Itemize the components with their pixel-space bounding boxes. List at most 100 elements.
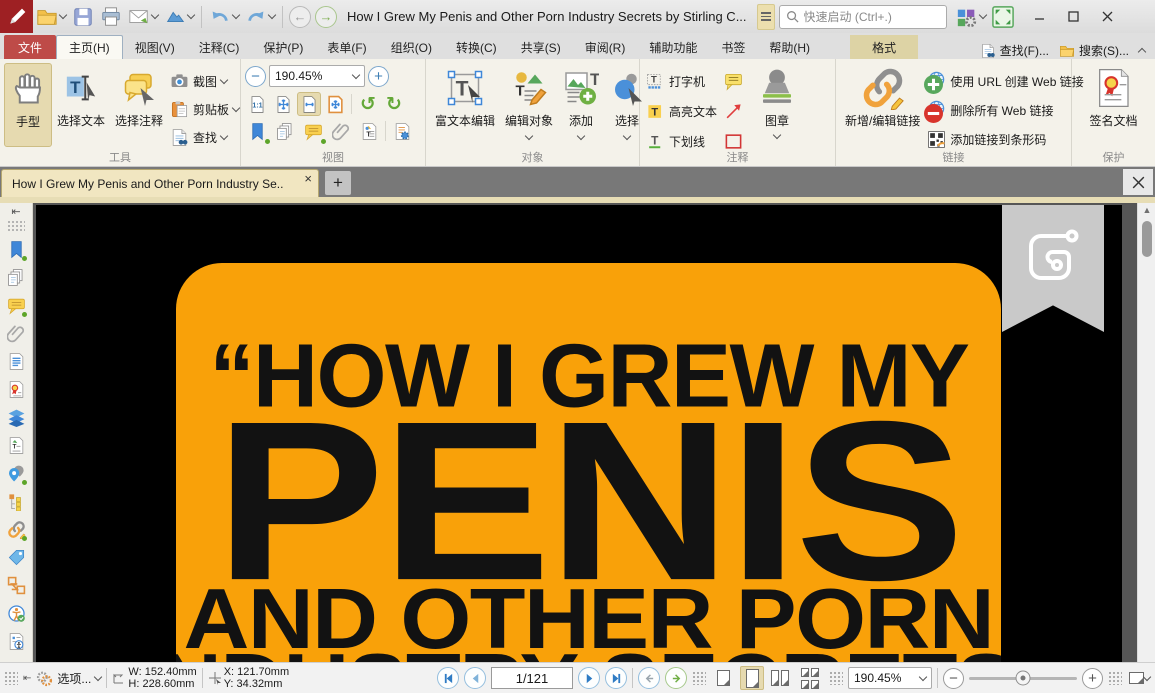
view-forward-button[interactable] — [665, 667, 687, 689]
create-web-links-button[interactable]: 使用 URL 创建 Web 链接 — [925, 69, 1085, 93]
sidebar-links-button[interactable] — [3, 515, 29, 543]
sidebar-layers-button[interactable] — [3, 403, 29, 431]
sidebar-order-button[interactable] — [3, 571, 29, 599]
scan-button[interactable] — [161, 3, 197, 31]
sidebar-content-button[interactable] — [3, 431, 29, 459]
tab-file[interactable]: 文件 — [4, 35, 56, 59]
app-icon[interactable] — [0, 0, 33, 33]
tab-protect[interactable]: 保护(P) — [251, 35, 315, 59]
statusbar-zoom-combobox[interactable]: 190.45% — [848, 667, 932, 689]
options-button[interactable]: 选项... — [36, 670, 101, 687]
page-fit-mode-button[interactable] — [1127, 666, 1151, 690]
select-comments-button[interactable]: 选择注释 — [110, 63, 168, 147]
document-tab[interactable]: How I Grew My Penis and Other Porn Indus… — [1, 169, 319, 197]
single-page-layout-button[interactable] — [711, 666, 735, 690]
attachments-pane-button[interactable] — [329, 119, 353, 143]
typewriter-button[interactable]: 打字机 — [644, 69, 719, 93]
tab-form[interactable]: 表单(F) — [315, 35, 378, 59]
first-page-button[interactable] — [437, 667, 459, 689]
open-button[interactable] — [33, 3, 69, 31]
pane-settings-button[interactable] — [390, 119, 414, 143]
tab-bookmarks[interactable]: 书签 — [709, 35, 757, 59]
history-back-button[interactable]: ← — [289, 6, 311, 28]
print-button[interactable] — [97, 3, 125, 31]
undo-button[interactable] — [206, 3, 242, 31]
rotate-right-button[interactable]: ↻ — [382, 93, 406, 115]
fullscreen-button[interactable] — [989, 3, 1017, 31]
sidebar-destinations-button[interactable] — [3, 459, 29, 487]
scrollbar-thumb[interactable] — [1142, 221, 1152, 257]
find-button[interactable]: 查找(F)... — [980, 42, 1049, 59]
close-document-button[interactable] — [1123, 169, 1153, 195]
sidebar-accessibility-check-button[interactable] — [3, 599, 29, 627]
sidebar-fields-button[interactable] — [3, 347, 29, 375]
scroll-up-arrow[interactable]: ▲ — [1141, 205, 1153, 215]
properties-pane-button[interactable] — [357, 119, 381, 143]
add-edit-link-button[interactable]: 新增/编辑链接 — [840, 63, 925, 147]
statusbar-collapse-icon[interactable]: ⇤ — [23, 673, 31, 684]
zoom-slider[interactable] — [969, 677, 1077, 680]
save-button[interactable] — [69, 3, 97, 31]
clipboard-button[interactable]: 剪贴板 — [168, 97, 241, 121]
ui-options-button[interactable] — [953, 3, 989, 31]
fit-page-button[interactable] — [271, 92, 295, 116]
rich-text-edit-button[interactable]: 富文本编辑 — [430, 63, 500, 147]
sidebar-comments-button[interactable] — [3, 291, 29, 319]
two-page-layout-button[interactable] — [769, 666, 793, 690]
sidebar-thumbnails-button[interactable] — [3, 263, 29, 291]
toolbar-overflow-button[interactable] — [757, 4, 775, 30]
thumbnails-pane-button[interactable] — [273, 119, 297, 143]
sticky-note-button[interactable] — [721, 69, 745, 93]
statusbar-drag-handle[interactable] — [692, 671, 706, 685]
tab-close-icon[interactable]: × — [304, 171, 312, 186]
tab-home[interactable]: 主页(H) — [56, 35, 123, 59]
statusbar-drag-handle[interactable] — [4, 671, 18, 685]
select-text-button[interactable]: 选择文本 — [52, 63, 110, 147]
fit-width-button[interactable] — [297, 92, 321, 116]
maximize-button[interactable] — [1057, 3, 1091, 31]
tab-organize[interactable]: 组织(O) — [379, 35, 444, 59]
quick-launch-input[interactable] — [804, 10, 924, 24]
sidebar-collapse-button[interactable]: ⇤ — [11, 205, 20, 220]
statusbar-zoom-in-button[interactable]: + — [1082, 668, 1103, 689]
actual-size-button[interactable]: 1:1 — [245, 92, 269, 116]
rotate-left-button[interactable]: ↺ — [356, 93, 380, 115]
tab-convert[interactable]: 转换(C) — [444, 35, 509, 59]
find-tool-button[interactable]: 查找 — [168, 125, 241, 149]
tab-review[interactable]: 审阅(R) — [573, 35, 638, 59]
last-page-button[interactable] — [605, 667, 627, 689]
continuous-layout-button[interactable] — [740, 666, 764, 690]
snapshot-button[interactable]: 截图 — [168, 69, 241, 93]
sidebar-tags-button[interactable] — [3, 543, 29, 571]
stamp-button[interactable]: 图章 — [751, 63, 803, 147]
next-page-button[interactable] — [578, 667, 600, 689]
tab-comment[interactable]: 注释(C) — [187, 35, 252, 59]
page-number-input[interactable]: 1/121 — [491, 667, 573, 689]
vertical-scrollbar[interactable]: ▲ — [1137, 203, 1155, 662]
edit-objects-button[interactable]: 编辑对象 — [500, 63, 558, 147]
tab-share[interactable]: 共享(S) — [509, 35, 573, 59]
close-button[interactable] — [1091, 3, 1125, 31]
previous-page-button[interactable] — [464, 667, 486, 689]
sidebar-bookmarks-button[interactable] — [3, 235, 29, 263]
fit-visible-button[interactable] — [323, 92, 347, 116]
zoom-level-combobox[interactable]: 190.45% — [269, 65, 365, 87]
add-links-barcode-button[interactable]: 添加链接到条形码 — [925, 127, 1085, 151]
search-button[interactable]: 搜索(S)... — [1059, 42, 1129, 59]
sidebar-signatures-button[interactable] — [3, 375, 29, 403]
statusbar-drag-handle[interactable] — [829, 671, 843, 685]
tab-accessibility[interactable]: 辅助功能 — [637, 35, 709, 59]
tab-view[interactable]: 视图(V) — [123, 35, 187, 59]
document-view[interactable]: “HOW I GREW MY PENIS AND OTHER PORN INDU… — [33, 203, 1137, 662]
remove-web-links-button[interactable]: 删除所有 Web 链接 — [925, 98, 1085, 122]
two-page-continuous-button[interactable] — [798, 666, 824, 690]
redo-button[interactable] — [242, 3, 278, 31]
zoom-in-button[interactable]: + — [368, 66, 389, 87]
collapse-ribbon-button[interactable] — [1138, 48, 1146, 56]
comments-pane-button[interactable] — [301, 119, 325, 143]
sidebar-structure-button[interactable] — [3, 487, 29, 515]
view-back-button[interactable] — [638, 667, 660, 689]
sidebar-drag-handle[interactable] — [7, 220, 25, 232]
statusbar-zoom-out-button[interactable]: − — [943, 668, 964, 689]
email-button[interactable] — [125, 3, 161, 31]
